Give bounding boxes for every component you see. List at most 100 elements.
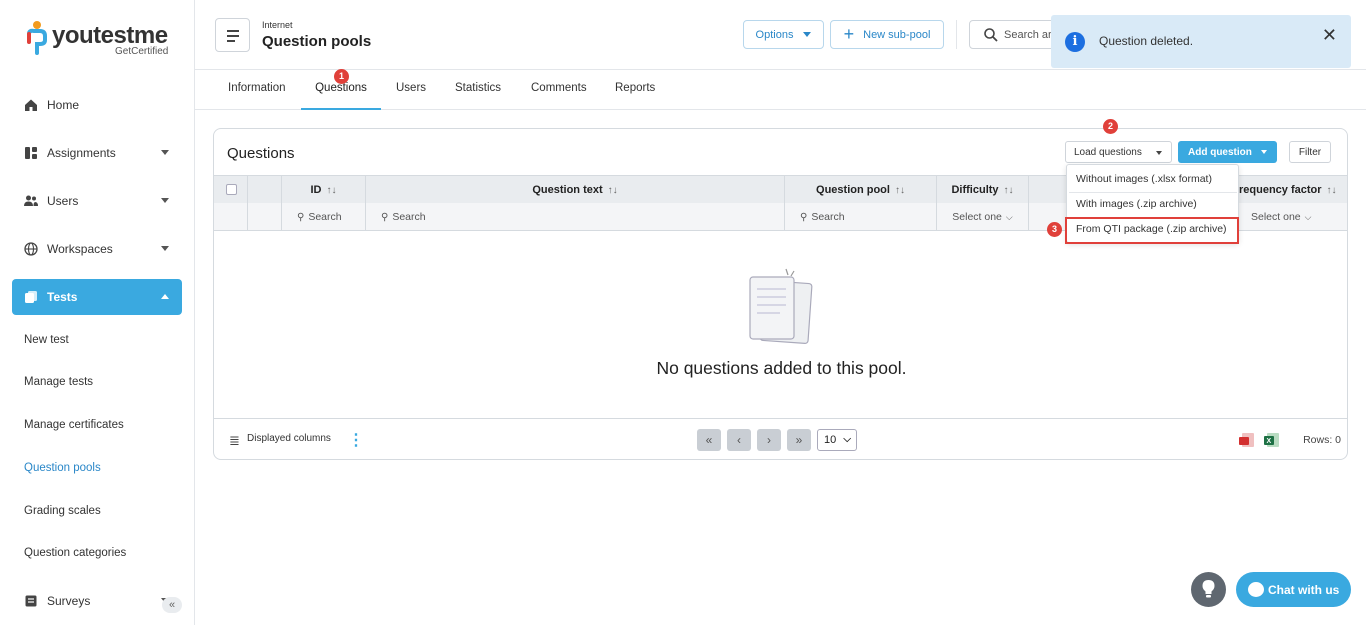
collapse-sidebar-button[interactable]: « <box>162 597 182 613</box>
sidebar-item-label: Workspaces <box>47 242 113 256</box>
options-button[interactable]: Options <box>743 20 824 49</box>
sidebar-subitem-question-pools[interactable]: Question pools <box>24 462 101 474</box>
blank-header-cell <box>248 176 282 204</box>
sidebar-subitem-manage-certificates[interactable]: Manage certificates <box>24 419 124 431</box>
frequency-factor-select[interactable]: Select one ⌵ <box>1239 203 1347 231</box>
load-questions-button[interactable]: Load questions <box>1065 141 1172 163</box>
svg-text:X: X <box>1267 438 1272 445</box>
more-vertical-icon[interactable]: ⋮ <box>348 430 364 450</box>
sidebar-item-users[interactable]: Users <box>12 183 182 219</box>
sidebar-item-label: Tests <box>47 290 78 304</box>
first-page-button[interactable]: « <box>697 429 721 451</box>
difficulty-select[interactable]: Select one ⌵ <box>937 203 1029 231</box>
chat-label: Chat with us <box>1268 582 1340 597</box>
sort-icon: ↑↓ <box>1003 185 1014 196</box>
chevron-down-icon: ⌵ <box>1005 212 1013 222</box>
column-frequency-factor[interactable]: requency factor ↑↓ <box>1239 176 1347 204</box>
chat-bubble-icon <box>1248 582 1264 597</box>
sidebar-subitem-manage-tests[interactable]: Manage tests <box>24 376 93 388</box>
sidebar-item-label: Assignments <box>47 146 116 160</box>
columns-list-icon[interactable]: ≣ <box>229 433 240 449</box>
select-all-checkbox[interactable] <box>226 184 237 195</box>
prev-page-button[interactable]: ‹ <box>727 429 751 451</box>
tab-users[interactable]: Users <box>396 70 426 110</box>
notification-toast: i Question deleted. ✕ <box>1051 15 1351 68</box>
close-icon[interactable]: ✕ <box>1322 25 1337 46</box>
tab-reports[interactable]: Reports <box>615 70 655 110</box>
sort-icon: ↑↓ <box>894 185 905 196</box>
sort-icon: ↑↓ <box>607 185 618 196</box>
home-icon <box>25 99 37 111</box>
chevron-down-icon <box>803 32 812 37</box>
chevron-up-icon <box>161 294 169 299</box>
tips-button[interactable] <box>1191 572 1226 607</box>
add-question-button[interactable]: Add question <box>1178 141 1277 163</box>
youtestme-logo[interactable]: youtestme GetCertified <box>26 20 176 60</box>
step-badge-2: 2 <box>1103 119 1118 134</box>
sidebar-item-workspaces[interactable]: Workspaces <box>12 231 182 267</box>
logo-mark-icon <box>27 21 47 55</box>
search-icon: ⚲ <box>800 212 808 223</box>
menu-toggle-button[interactable] <box>215 18 250 52</box>
chevron-down-icon: ⌵ <box>843 434 851 445</box>
id-search-input[interactable]: ⚲ Search <box>282 203 366 231</box>
sidebar-item-assignments[interactable]: Assignments <box>12 135 182 171</box>
last-page-button[interactable]: » <box>787 429 811 451</box>
globe-icon <box>24 242 38 256</box>
excel-export-icon[interactable]: X <box>1264 432 1280 448</box>
column-question-text[interactable]: Question text ↑↓ <box>366 176 785 204</box>
rows-count: Rows: 0 <box>1303 434 1341 446</box>
displayed-columns-label[interactable]: Displayed columns <box>247 433 331 444</box>
hamburger-icon <box>227 30 239 32</box>
tests-icon <box>25 291 37 303</box>
menu-item-without-images[interactable]: Without images (.xlsx format) <box>1076 173 1212 185</box>
load-questions-label: Load questions <box>1074 146 1142 158</box>
assignments-icon <box>25 147 37 159</box>
sidebar-item-tests[interactable]: Tests <box>12 279 182 315</box>
qti-highlight-box <box>1065 217 1239 244</box>
toast-message: Question deleted. <box>1099 34 1194 48</box>
sidebar-item-label: Home <box>47 98 80 112</box>
plus-icon: + <box>843 24 855 44</box>
header-divider <box>956 20 957 49</box>
chevron-down-icon <box>1261 150 1267 154</box>
select-all-cell <box>214 176 248 204</box>
pdf-export-icon[interactable] <box>1239 432 1255 448</box>
sidebar-subitem-grading-scales[interactable]: Grading scales <box>24 505 101 517</box>
filter-button[interactable]: Filter <box>1289 141 1331 163</box>
column-question-pool[interactable]: Question pool ↑↓ <box>785 176 937 204</box>
chevron-down-icon <box>161 246 169 251</box>
sidebar-item-surveys[interactable]: Surveys <box>12 583 182 619</box>
tab-information[interactable]: Information <box>228 70 286 110</box>
step-badge-1: 1 <box>334 69 349 84</box>
step-badge-3: 3 <box>1047 222 1062 237</box>
search-icon: ⚲ <box>297 212 305 223</box>
info-icon: i <box>1065 32 1085 52</box>
sidebar-subitem-question-categories[interactable]: Question categories <box>24 547 126 559</box>
next-page-button[interactable]: › <box>757 429 781 451</box>
logo-tagline: GetCertified <box>115 46 169 57</box>
sidebar: youtestme GetCertified Home Assignments … <box>0 0 195 625</box>
table-footer: ≣ Displayed columns ⋮ « ‹ › » 10 ⌵ X Rows… <box>214 418 1347 459</box>
question-text-search-input[interactable]: ⚲ Search <box>366 203 785 231</box>
header-search-input[interactable]: Search ar <box>969 20 1059 49</box>
page-size-select[interactable]: 10 ⌵ <box>817 429 857 451</box>
options-label: Options <box>755 28 794 41</box>
breadcrumb[interactable]: Internet <box>262 20 293 30</box>
page-title: Question pools <box>262 33 372 50</box>
tab-comments[interactable]: Comments <box>531 70 587 110</box>
new-sub-pool-button[interactable]: + New sub-pool <box>830 20 944 49</box>
chat-with-us-button[interactable]: Chat with us <box>1236 572 1351 607</box>
column-id[interactable]: ID ↑↓ <box>282 176 366 204</box>
lightbulb-icon <box>1202 580 1215 598</box>
column-difficulty[interactable]: Difficulty ↑↓ <box>937 176 1029 204</box>
sidebar-item-home[interactable]: Home <box>12 87 182 123</box>
tab-statistics[interactable]: Statistics <box>455 70 501 110</box>
sidebar-item-label: Users <box>47 194 79 208</box>
question-pool-search-input[interactable]: ⚲ Search <box>785 203 937 231</box>
sidebar-subitem-new-test[interactable]: New test <box>24 334 69 346</box>
surveys-icon <box>25 595 37 607</box>
menu-item-with-images[interactable]: With images (.zip archive) <box>1076 198 1197 210</box>
add-question-label: Add question <box>1188 146 1252 158</box>
chevron-down-icon <box>1156 151 1162 155</box>
